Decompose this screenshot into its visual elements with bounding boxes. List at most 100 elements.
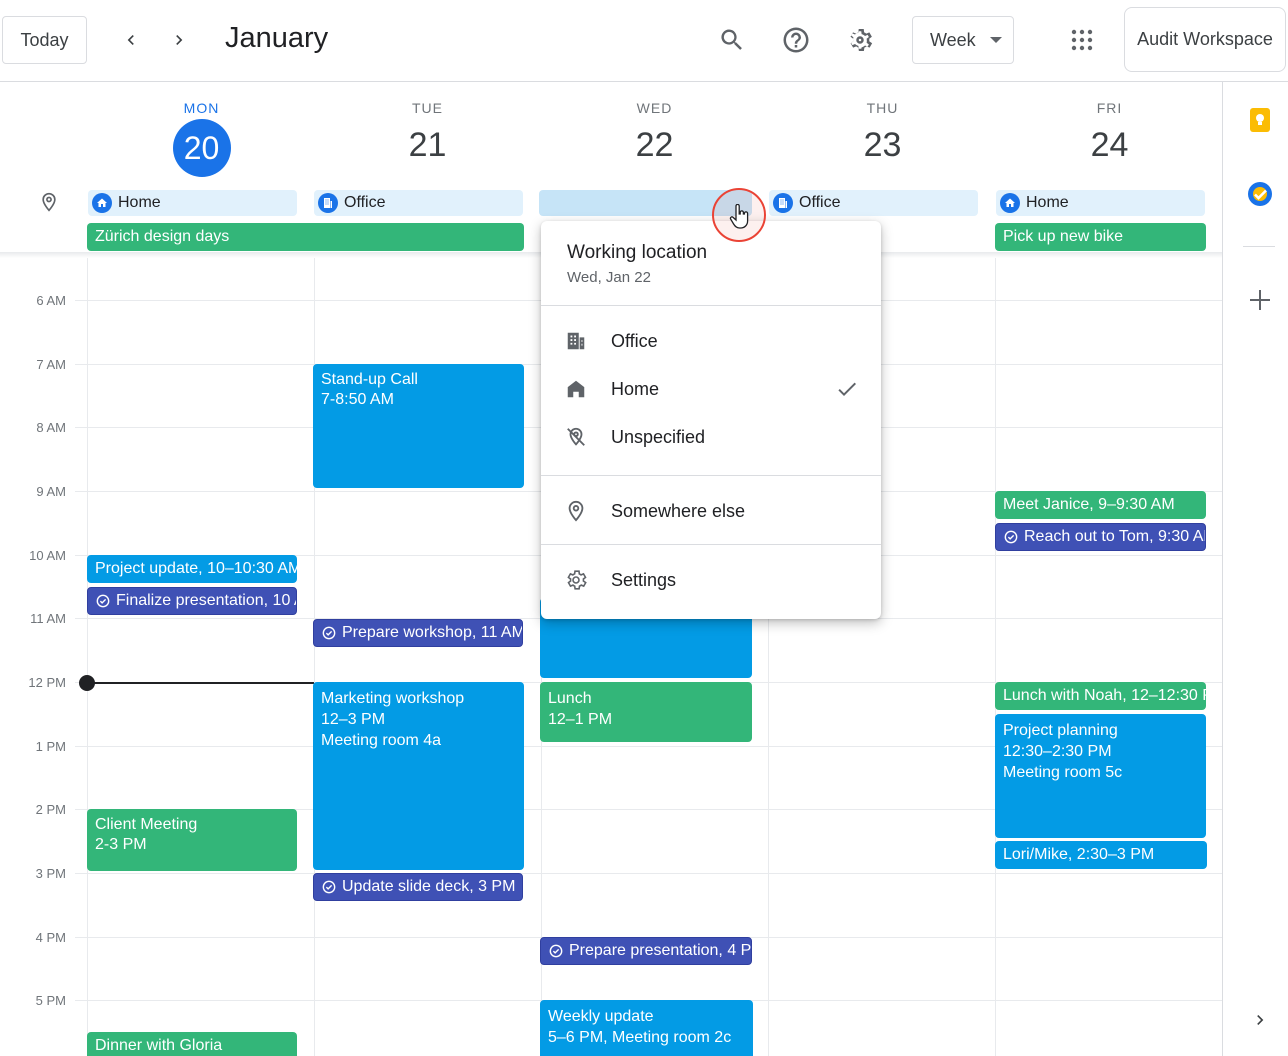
working-location-label: Home xyxy=(118,194,161,211)
day-header-fri[interactable]: FRI 24 xyxy=(996,100,1223,165)
hour-label: 4 PM xyxy=(35,930,66,945)
task-title: Prepare workshop, xyxy=(342,624,477,641)
hour-label: 2 PM xyxy=(35,802,66,817)
day-header-mon[interactable]: MON 20 xyxy=(88,100,315,177)
allday-event-bike[interactable]: Pick up new bike xyxy=(995,223,1206,251)
view-select[interactable]: Week xyxy=(912,16,1014,64)
working-location-tue[interactable]: Office xyxy=(314,190,523,216)
rail-divider xyxy=(1243,246,1275,247)
event-time: 2:30–3 PM xyxy=(1072,846,1155,863)
popup-divider xyxy=(541,544,881,545)
tasks-icon xyxy=(1248,182,1272,206)
event-title: Weekly update xyxy=(548,1008,654,1025)
hour-label: 7 AM xyxy=(36,357,66,372)
working-location-thu[interactable]: Office xyxy=(769,190,978,216)
popup-divider xyxy=(541,475,881,476)
building-icon xyxy=(564,329,588,353)
building-icon xyxy=(318,193,338,213)
day-number: 24 xyxy=(1090,126,1129,164)
event-title: Meet Janice, xyxy=(1003,496,1094,513)
working-location-settings[interactable]: Settings xyxy=(541,557,881,603)
chevron-left-icon xyxy=(127,35,134,45)
day-header-tue[interactable]: TUE 21 xyxy=(314,100,541,165)
today-button[interactable]: Today xyxy=(2,16,87,64)
location-pin-icon xyxy=(564,499,588,523)
working-location-label: Office xyxy=(799,194,841,211)
event-title: Project update, xyxy=(95,560,203,577)
working-location-fri[interactable]: Home xyxy=(996,190,1205,216)
settings-button[interactable] xyxy=(840,20,880,60)
event-time: 12–1 PM xyxy=(548,711,613,728)
task-time: 3 PM xyxy=(473,878,516,895)
task-prepare-workshop[interactable]: Prepare workshop, 11 AM xyxy=(313,619,523,647)
event-lunch-noah[interactable]: Lunch with Noah, 12–12:30 PM xyxy=(995,682,1206,710)
search-icon xyxy=(721,29,742,50)
view-select-label: Week xyxy=(930,29,976,50)
event-standup-call[interactable]: Stand-up Call 7-8:50 AM xyxy=(313,364,524,488)
day-number: 21 xyxy=(408,126,447,164)
option-label: Settings xyxy=(611,569,677,590)
search-button[interactable] xyxy=(712,20,752,60)
location-pin-icon xyxy=(39,192,59,212)
location-option-unspecified[interactable]: Unspecified xyxy=(541,414,881,460)
event-time: 12:30–2:30 PM xyxy=(1003,743,1112,760)
task-reach-out-tom[interactable]: Reach out to Tom, 9:30 AM xyxy=(995,523,1206,551)
keep-button[interactable] xyxy=(1240,100,1280,140)
event-weekly-update[interactable]: Weekly update 5–6 PM, Meeting room 2c xyxy=(540,1000,753,1056)
allday-event-zurich[interactable]: Zürich design days xyxy=(87,223,524,251)
previous-week-button[interactable] xyxy=(113,22,149,58)
task-time: 9:30 AM xyxy=(1158,528,1205,545)
day-of-week: FRI xyxy=(1096,100,1123,116)
event-time: 5–6 PM, Meeting room 2c xyxy=(548,1029,732,1046)
event-title: Lunch xyxy=(548,690,592,707)
option-label: Office xyxy=(611,330,658,351)
task-update-slide-deck[interactable]: Update slide deck, 3 PM xyxy=(313,873,523,901)
task-finalize-presentation[interactable]: Finalize presentation, 10 AM xyxy=(87,587,297,615)
location-option-home[interactable]: Home xyxy=(541,366,881,412)
event-dinner-gloria[interactable]: Dinner with Gloria xyxy=(87,1032,297,1056)
day-header-wed[interactable]: WED 22 xyxy=(541,100,768,165)
event-title: Marketing workshop xyxy=(321,690,465,707)
task-check-icon xyxy=(322,880,336,894)
location-option-somewhere-else[interactable]: Somewhere else xyxy=(541,488,881,534)
dropdown-arrow-icon xyxy=(989,37,1002,43)
option-label: Home xyxy=(611,378,660,399)
hour-label: 10 AM xyxy=(29,548,66,563)
day-header-thu[interactable]: THU 23 xyxy=(769,100,996,165)
event-project-update[interactable]: Project update, 10–10:30 AM xyxy=(87,555,297,583)
day-number: 22 xyxy=(635,126,674,164)
help-button[interactable] xyxy=(776,20,816,60)
popup-date: Wed, Jan 22 xyxy=(567,269,651,286)
location-option-office[interactable]: Office xyxy=(541,318,881,364)
task-check-icon xyxy=(549,944,563,958)
event-title: Stand-up Call xyxy=(321,371,418,388)
hour-label: 11 AM xyxy=(30,611,66,626)
task-check-icon xyxy=(96,594,110,608)
event-time: 12–3 PM xyxy=(321,711,386,728)
chevron-right-icon xyxy=(1257,1015,1264,1025)
tasks-button[interactable] xyxy=(1240,174,1280,214)
event-meet-janice[interactable]: Meet Janice, 9–9:30 AM xyxy=(995,491,1206,519)
expand-panel-button[interactable] xyxy=(1240,1000,1280,1040)
event-client-meeting[interactable]: Client Meeting 2-3 PM xyxy=(87,809,297,871)
event-lunch[interactable]: Lunch 12–1 PM xyxy=(540,682,752,742)
add-addon-button[interactable] xyxy=(1240,280,1280,320)
account-button[interactable]: Audit Workspace xyxy=(1124,7,1286,72)
hour-label: 8 AM xyxy=(36,420,66,435)
popup-divider xyxy=(541,305,881,306)
task-prepare-presentation[interactable]: Prepare presentation, 4 PM xyxy=(540,937,752,965)
event-title: Lori/Mike, xyxy=(1003,846,1073,863)
hour-line xyxy=(75,873,1222,874)
working-location-mon[interactable]: Home xyxy=(88,190,297,216)
event-project-planning[interactable]: Project planning 12:30–2:30 PM Meeting r… xyxy=(995,714,1206,838)
event-title: Dinner with Gloria xyxy=(95,1037,223,1054)
event-location: Meeting room 5c xyxy=(1003,764,1123,781)
event-title: Lunch with Noah, xyxy=(1003,687,1127,704)
event-lori-mike[interactable]: Lori/Mike, 2:30–3 PM xyxy=(995,841,1207,869)
checkmark-icon xyxy=(838,382,856,396)
next-week-button[interactable] xyxy=(161,22,197,58)
help-icon xyxy=(783,27,809,53)
chevron-right-icon xyxy=(176,35,183,45)
event-marketing-workshop[interactable]: Marketing workshop 12–3 PM Meeting room … xyxy=(313,682,524,870)
apps-button[interactable] xyxy=(1062,20,1102,60)
